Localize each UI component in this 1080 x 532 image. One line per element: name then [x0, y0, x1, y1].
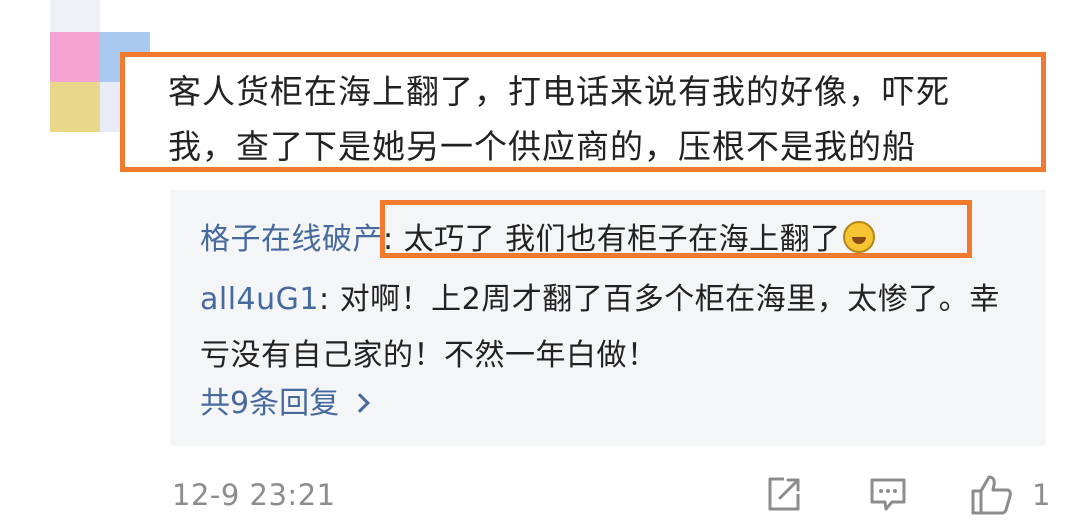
- share-icon: [768, 477, 800, 511]
- reply-author[interactable]: all4uG1: [200, 282, 319, 317]
- like-count: 1: [1032, 478, 1051, 512]
- reply-text: : 对啊！上2周才翻了百多个柜在海里，太惨了。幸: [319, 282, 1000, 317]
- reply-text: 亏没有自己家的！不然一年白做！: [200, 338, 658, 373]
- reply-item[interactable]: all4uG1: 对啊！上2周才翻了百多个柜在海里，太惨了。幸: [200, 274, 1000, 318]
- comment-body[interactable]: 客人货柜在海上翻了，打电话来说有我的好像，吓死 我，查了下是她另一个供应商的，压…: [168, 64, 1048, 174]
- comment-line: 客人货柜在海上翻了，打电话来说有我的好像，吓死: [168, 72, 950, 111]
- more-replies-link[interactable]: 共9条回复: [200, 378, 370, 422]
- comment-icon: [870, 478, 906, 511]
- reply-text-continued: 亏没有自己家的！不然一年白做！: [200, 330, 658, 374]
- chevron-right-icon: [350, 393, 370, 413]
- reply-button[interactable]: [868, 474, 908, 518]
- like-button[interactable]: [970, 474, 1014, 520]
- comment-timestamp: 12-9 23:21: [172, 478, 336, 512]
- avatar-tile: [100, 82, 120, 132]
- thumbs-up-icon: [971, 475, 1012, 515]
- reply-highlight-box: [380, 200, 972, 258]
- avatar-tile: [50, 0, 100, 32]
- comment-line: 我，查了下是她另一个供应商的，压根不是我的船: [168, 127, 916, 166]
- more-replies-label: 共9条回复: [200, 386, 340, 421]
- reply-author[interactable]: 格子在线破产: [200, 222, 383, 257]
- avatar-tile: [50, 32, 100, 82]
- avatar-tile: [50, 82, 100, 132]
- share-button[interactable]: [764, 474, 804, 518]
